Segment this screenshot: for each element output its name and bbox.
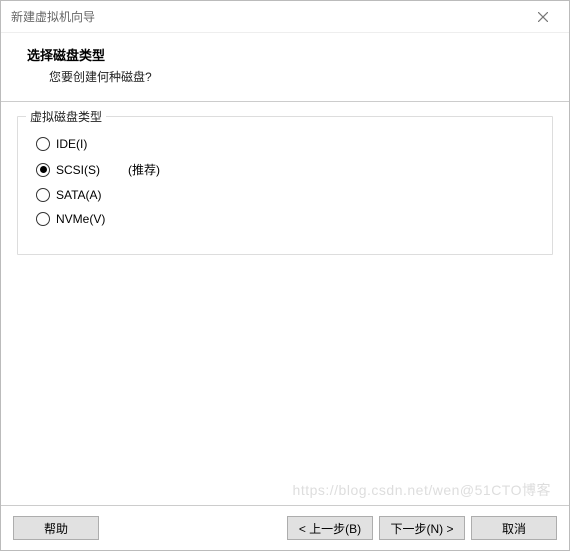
recommended-badge: (推荐)	[128, 161, 160, 178]
radio-icon	[36, 137, 50, 151]
next-button[interactable]: 下一步(N) >	[379, 516, 465, 540]
back-button[interactable]: < 上一步(B)	[287, 516, 373, 540]
group-legend: 虚拟磁盘类型	[26, 108, 106, 125]
radio-option-ide[interactable]: IDE(I)	[36, 137, 538, 151]
radio-label: IDE(I)	[56, 137, 87, 151]
cancel-button[interactable]: 取消	[471, 516, 557, 540]
wizard-window: 新建虚拟机向导 选择磁盘类型 您要创建何种磁盘? 虚拟磁盘类型 IDE(I) S…	[0, 0, 570, 551]
radio-label: SCSI(S)	[56, 163, 100, 177]
radio-option-sata[interactable]: SATA(A)	[36, 188, 538, 202]
wizard-header: 选择磁盘类型 您要创建何种磁盘?	[1, 33, 569, 101]
help-button[interactable]: 帮助	[13, 516, 99, 540]
titlebar: 新建虚拟机向导	[1, 1, 569, 33]
radio-option-nvme[interactable]: NVMe(V)	[36, 212, 538, 226]
radio-icon	[36, 212, 50, 226]
page-title: 选择磁盘类型	[27, 45, 549, 64]
window-title: 新建虚拟机向导	[11, 8, 95, 25]
radio-icon	[36, 188, 50, 202]
wizard-footer: 帮助 < 上一步(B) 下一步(N) > 取消	[1, 505, 569, 550]
page-subtitle: 您要创建何种磁盘?	[27, 68, 549, 85]
close-button[interactable]	[525, 3, 561, 31]
radio-option-scsi[interactable]: SCSI(S) (推荐)	[36, 161, 538, 178]
radio-icon	[36, 163, 50, 177]
close-icon	[538, 12, 548, 22]
radio-label: NVMe(V)	[56, 212, 105, 226]
radio-label: SATA(A)	[56, 188, 102, 202]
disk-type-group: 虚拟磁盘类型 IDE(I) SCSI(S) (推荐) SATA(A) NVMe(…	[17, 116, 553, 255]
wizard-content: 虚拟磁盘类型 IDE(I) SCSI(S) (推荐) SATA(A) NVMe(…	[1, 102, 569, 505]
footer-right-buttons: < 上一步(B) 下一步(N) > 取消	[287, 516, 557, 540]
